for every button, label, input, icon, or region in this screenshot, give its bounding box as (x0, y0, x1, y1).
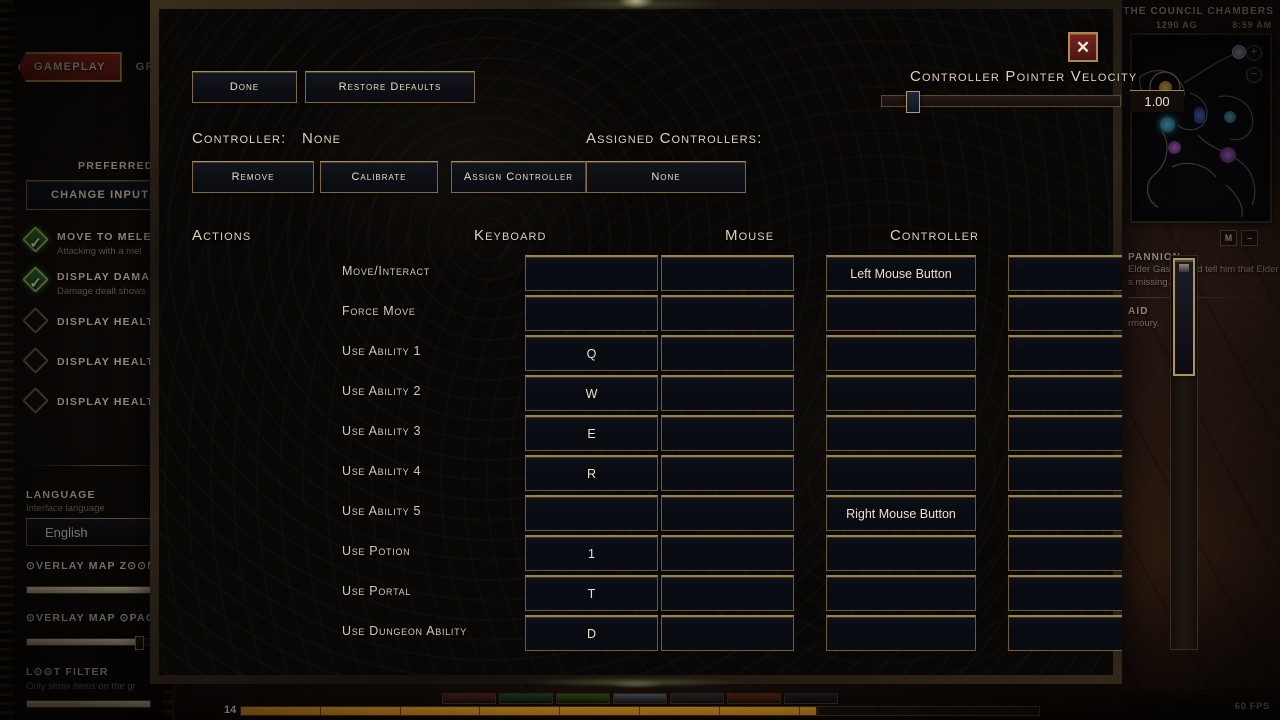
action-label: Use Dungeon Ability (342, 624, 467, 638)
table-row: Use Dungeon Ability D (150, 615, 1122, 655)
assigned-controllers-value[interactable]: None (586, 161, 746, 193)
controller-cell[interactable] (1008, 575, 1122, 611)
action-label: Use Ability 1 (342, 344, 422, 358)
keyboard-primary-cell[interactable]: E (525, 415, 658, 451)
mouse-cell[interactable] (826, 375, 976, 411)
velocity-value: 1.00 (1130, 90, 1184, 112)
calibrate-button[interactable]: Calibrate (320, 161, 438, 193)
dialog-top-ornament (516, 0, 756, 13)
table-row: Use Ability 4 R (150, 455, 1122, 495)
keyboard-primary-cell[interactable]: W (525, 375, 658, 411)
velocity-slider-knob[interactable] (905, 91, 920, 113)
controller-cell[interactable] (1008, 335, 1122, 371)
action-label: Force Move (342, 304, 416, 318)
keyboard-primary-cell[interactable] (525, 295, 658, 331)
action-label: Move/Interact (342, 264, 430, 278)
restore-defaults-button[interactable]: Restore Defaults (305, 71, 475, 103)
keyboard-primary-cell[interactable] (525, 495, 658, 531)
done-button[interactable]: Done (192, 71, 297, 103)
mouse-cell[interactable] (826, 615, 976, 651)
keyboard-primary-cell[interactable]: R (525, 455, 658, 491)
assign-controller-button[interactable]: Assign Controller (451, 161, 586, 193)
keyboard-secondary-cell[interactable] (661, 455, 794, 491)
keyboard-secondary-cell[interactable] (661, 415, 794, 451)
velocity-title: Controller pointer velocity (910, 68, 1138, 85)
column-header-keyboard: Keyboard (474, 227, 547, 244)
controller-value: None (302, 130, 342, 147)
controller-cell[interactable] (1008, 415, 1122, 451)
column-header-actions: Actions (192, 227, 252, 244)
keyboard-primary-cell[interactable]: Q (525, 335, 658, 371)
action-label: Use Portal (342, 584, 412, 598)
column-header-controller: Controller (890, 227, 980, 244)
table-row: Use Ability 5 Right Mouse Button (150, 495, 1122, 535)
keyboard-secondary-cell[interactable] (661, 535, 794, 571)
controller-cell[interactable] (1008, 495, 1122, 531)
keyboard-secondary-cell[interactable] (661, 255, 794, 291)
action-label: Use Potion (342, 544, 411, 558)
controller-cell[interactable] (1008, 615, 1122, 651)
mouse-cell[interactable] (826, 415, 976, 451)
keyboard-primary-cell[interactable]: 1 (525, 535, 658, 571)
action-label: Use Ability 4 (342, 464, 422, 478)
table-row: Use Portal T (150, 575, 1122, 615)
controller-cell[interactable] (1008, 255, 1122, 291)
remove-button[interactable]: Remove (192, 161, 314, 193)
keyboard-secondary-cell[interactable] (661, 495, 794, 531)
mouse-cell[interactable] (826, 535, 976, 571)
keyboard-secondary-cell[interactable] (661, 375, 794, 411)
dialog-bottom-ornament (471, 676, 801, 692)
bindings-scrollbar[interactable] (1170, 255, 1198, 650)
velocity-slider[interactable] (881, 91, 1121, 113)
mouse-cell[interactable] (826, 295, 976, 331)
keyboard-primary-cell[interactable]: T (525, 575, 658, 611)
table-row: Use Ability 1 Q (150, 335, 1122, 375)
table-row: Use Ability 2 W (150, 375, 1122, 415)
close-icon[interactable]: ✕ (1068, 32, 1098, 62)
controller-cell[interactable] (1008, 295, 1122, 331)
table-row: Move/Interact Left Mouse Button (150, 255, 1122, 295)
keyboard-primary-cell[interactable] (525, 255, 658, 291)
keyboard-primary-cell[interactable]: D (525, 615, 658, 651)
table-row: Force Move (150, 295, 1122, 335)
mouse-cell[interactable] (826, 335, 976, 371)
keyboard-secondary-cell[interactable] (661, 295, 794, 331)
keyboard-secondary-cell[interactable] (661, 335, 794, 371)
controller-label: Controller: (192, 130, 287, 147)
scrollbar-thumb[interactable] (1173, 258, 1195, 376)
keyboard-secondary-cell[interactable] (661, 615, 794, 651)
table-row: Use Potion 1 (150, 535, 1122, 575)
mouse-cell[interactable] (826, 455, 976, 491)
game-screen: THE COUNCIL CHAMBERS 1290 AG 8:59 AM (0, 0, 1280, 720)
controller-cell[interactable] (1008, 375, 1122, 411)
action-label: Use Ability 5 (342, 504, 422, 518)
assigned-controllers-label: Assigned Controllers: (586, 130, 763, 147)
controller-cell[interactable] (1008, 455, 1122, 491)
action-label: Use Ability 3 (342, 424, 422, 438)
mouse-cell[interactable]: Right Mouse Button (826, 495, 976, 531)
bindings-list[interactable]: Move/Interact Left Mouse Button Force Move… (150, 255, 1122, 655)
mouse-cell[interactable]: Left Mouse Button (826, 255, 976, 291)
mouse-cell[interactable] (826, 575, 976, 611)
input-settings-dialog: ✕ Done Restore Defaults Controller point… (150, 0, 1198, 692)
column-header-mouse: Mouse (725, 227, 775, 244)
table-row: Use Ability 3 E (150, 415, 1122, 455)
keyboard-secondary-cell[interactable] (661, 575, 794, 611)
controller-cell[interactable] (1008, 535, 1122, 571)
action-label: Use Ability 2 (342, 384, 422, 398)
